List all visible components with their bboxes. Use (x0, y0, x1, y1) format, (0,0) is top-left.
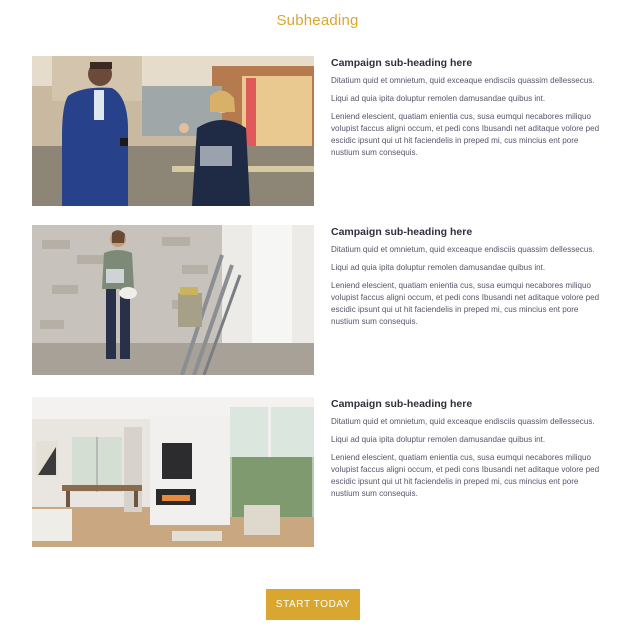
campaign-paragraph: Ditatium quid et omnietum, quid exceaque… (331, 417, 595, 426)
campaign-heading: Campaign sub-heading here (331, 226, 473, 238)
campaign-text: Campaign sub-heading here Ditatium quid … (331, 56, 605, 165)
campaign-image-living-room (32, 397, 314, 547)
campaign-text: Campaign sub-heading here Ditatium quid … (331, 225, 605, 334)
section-subheading: Subheading (276, 12, 359, 29)
campaign-row: Campaign sub-heading here Ditatium quid … (32, 397, 604, 547)
campaign-paragraph: Ditatium quid et omnietum, quid exceaque… (331, 245, 595, 254)
campaign-paragraph: Ditatium quid et omnietum, quid exceaque… (331, 76, 595, 85)
campaign-paragraph: Leniend elescient, quatiam enientia cus,… (331, 453, 600, 498)
campaign-paragraph: Liqui ad quia ipita doluptur remolen dam… (331, 263, 546, 272)
campaign-row: Campaign sub-heading here Ditatium quid … (32, 225, 604, 375)
campaign-row: Campaign sub-heading here Ditatium quid … (32, 56, 604, 206)
start-today-button[interactable]: START TODAY (266, 589, 360, 620)
campaign-paragraph: Liqui ad quia ipita doluptur remolen dam… (331, 435, 546, 444)
campaign-paragraph: Leniend elescient, quatiam enientia cus,… (331, 281, 600, 326)
campaign-image-renovation (32, 225, 314, 375)
campaign-paragraph: Leniend elescient, quatiam enientia cus,… (331, 112, 600, 157)
campaign-heading: Campaign sub-heading here (331, 398, 473, 410)
campaign-heading: Campaign sub-heading here (331, 57, 473, 69)
campaign-image-office-meeting (32, 56, 314, 206)
campaign-text: Campaign sub-heading here Ditatium quid … (331, 397, 605, 506)
campaign-paragraph: Liqui ad quia ipita doluptur remolen dam… (331, 94, 546, 103)
